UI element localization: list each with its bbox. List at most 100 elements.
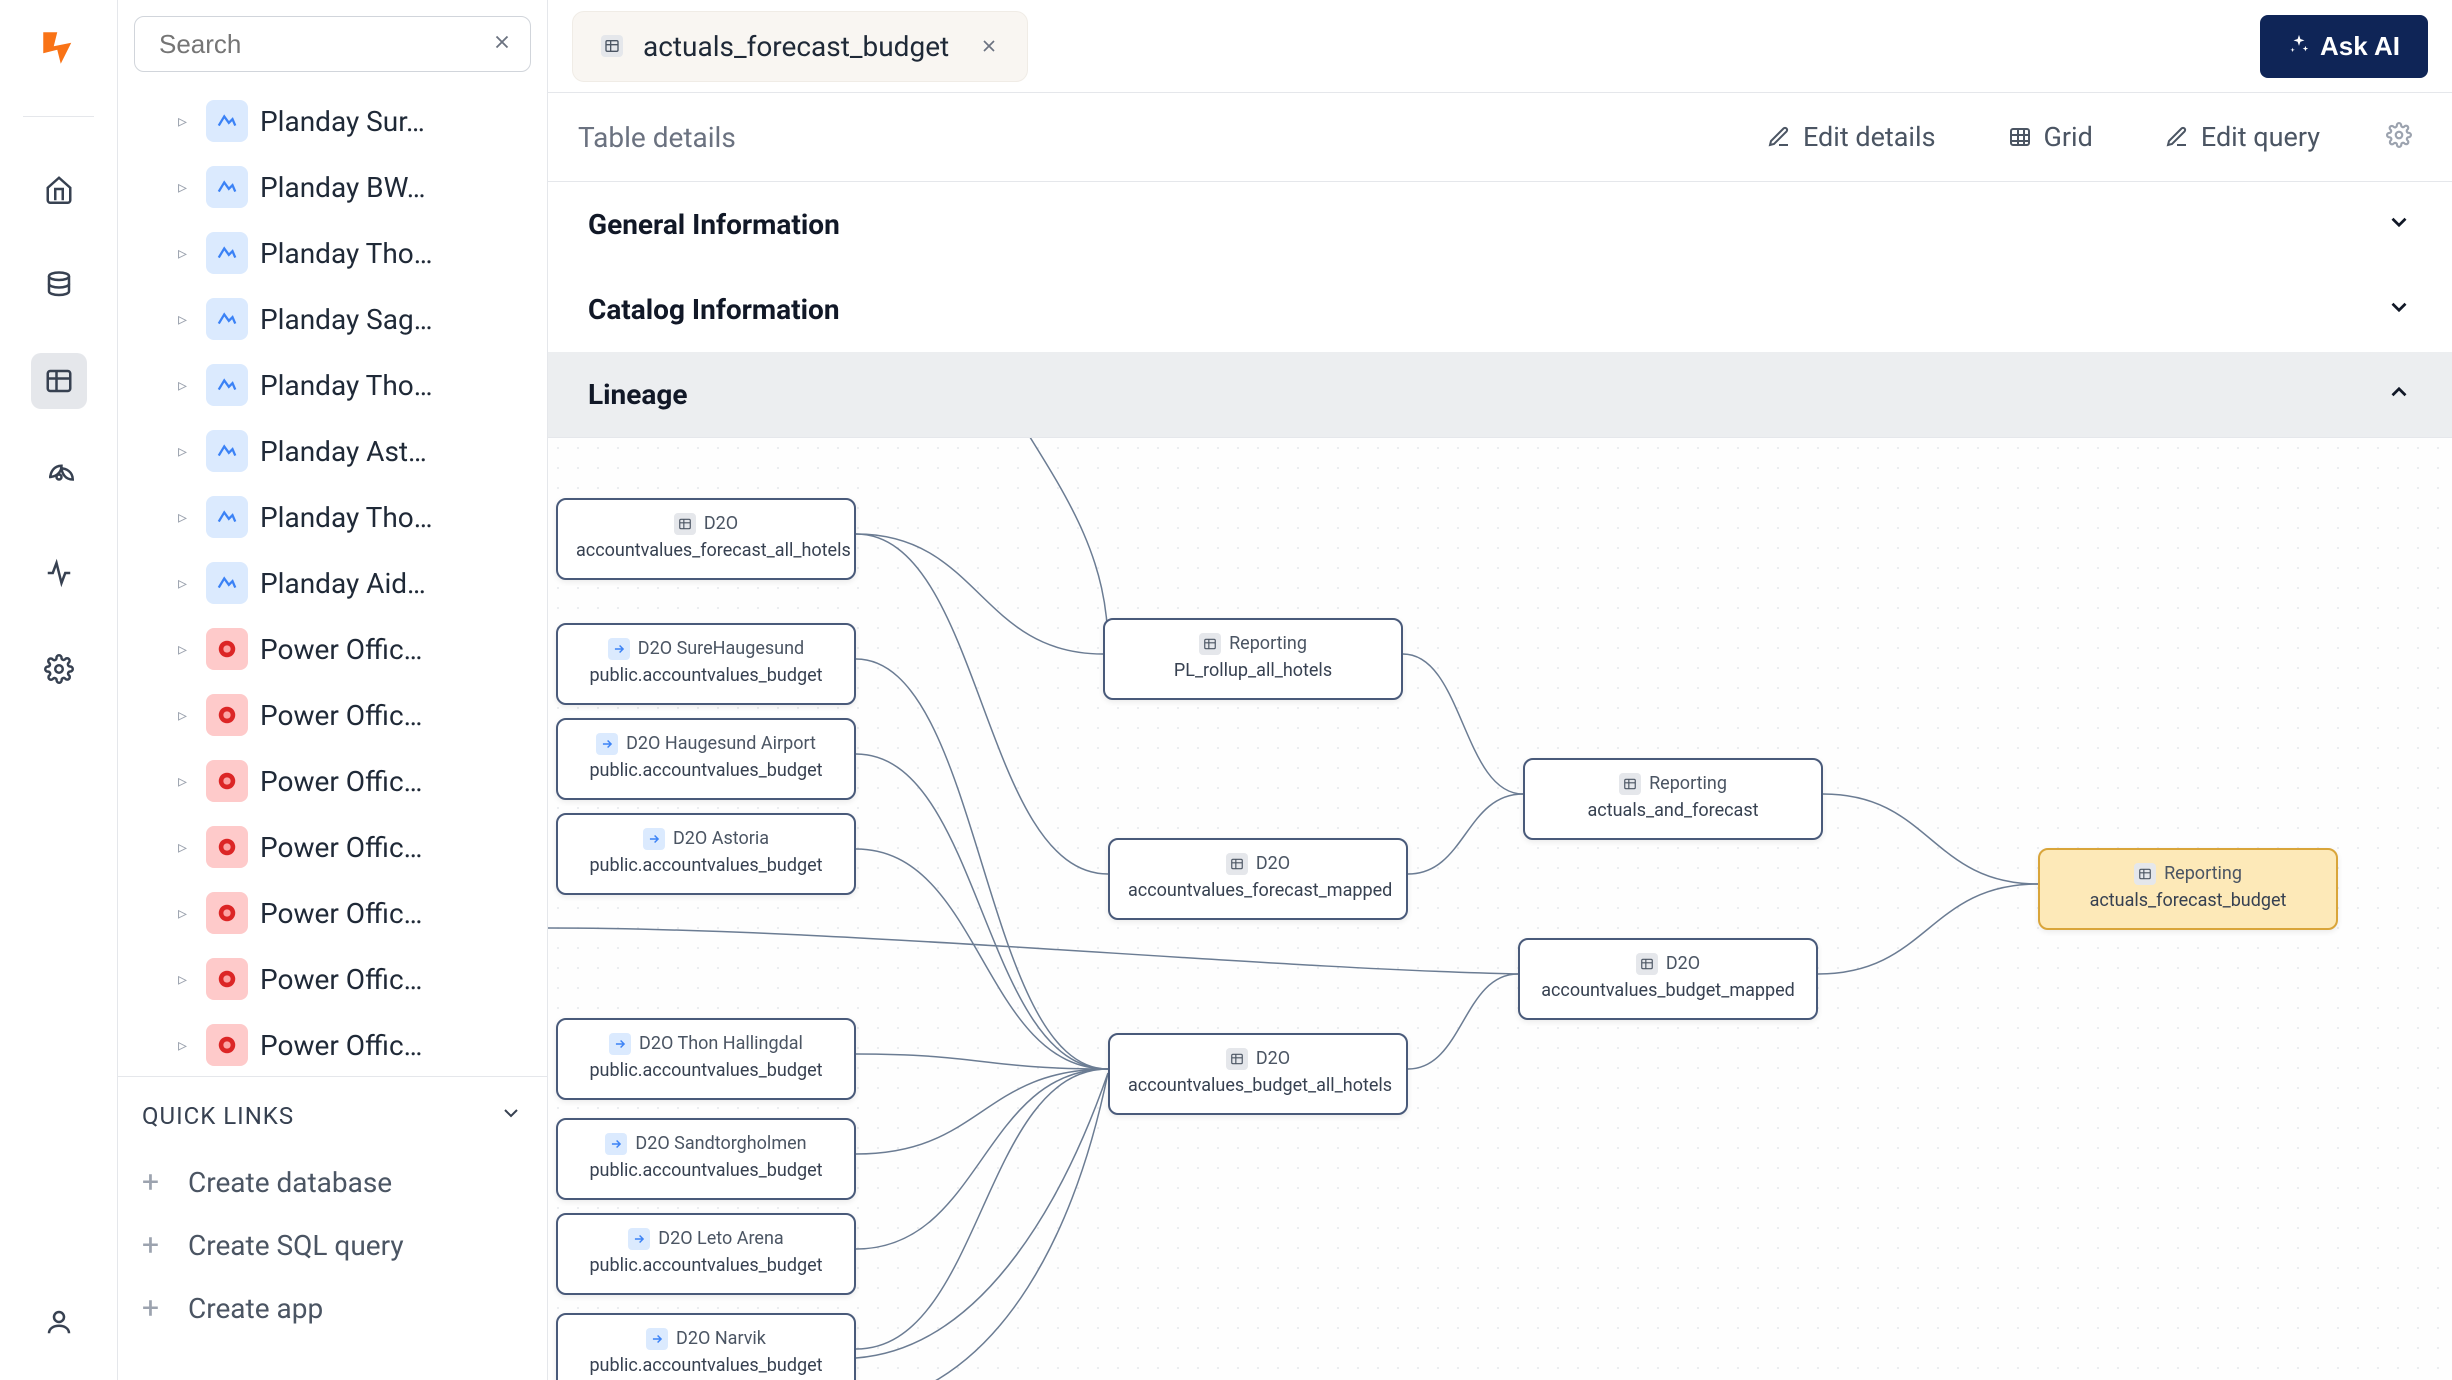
- node-body: public.accountvalues_budget: [576, 852, 836, 879]
- tree-item[interactable]: ▹ Power Offic…: [130, 616, 535, 682]
- table-mini-icon: [2134, 863, 2156, 885]
- lineage-node[interactable]: D2Oaccountvalues_budget_mapped: [1518, 938, 1818, 1020]
- node-body: actuals_and_forecast: [1543, 797, 1803, 824]
- arrow-icon: [605, 1133, 627, 1155]
- app-logo[interactable]: [35, 24, 83, 72]
- ask-ai-button[interactable]: Ask AI: [2260, 15, 2428, 78]
- lineage-node[interactable]: D2Oaccountvalues_forecast_all_hotels: [556, 498, 856, 580]
- lineage-canvas[interactable]: D2Oaccountvalues_forecast_all_hotelsD2O …: [548, 437, 2452, 1380]
- tree-item[interactable]: ▹ Power Offic…: [130, 1012, 535, 1076]
- tree-item-label: Power Offic…: [260, 699, 422, 732]
- left-rail: [0, 0, 118, 1380]
- tree-item[interactable]: ▹ Power Offic…: [130, 748, 535, 814]
- node-header: D2O: [1256, 1045, 1290, 1072]
- node-body: accountvalues_budget_mapped: [1538, 977, 1798, 1004]
- tab-bar: actuals_forecast_budget Ask AI: [548, 0, 2452, 92]
- caret-right-icon: ▹: [178, 441, 194, 462]
- chevron-up-icon: [2386, 379, 2412, 411]
- lineage-node[interactable]: D2O Thon Hallingdalpublic.accountvalues_…: [556, 1018, 856, 1100]
- tree-item[interactable]: ▹ Power Offic…: [130, 880, 535, 946]
- lineage-node[interactable]: Reportingactuals_forecast_budget: [2038, 848, 2338, 930]
- tree-item[interactable]: ▹ Planday Ast…: [130, 418, 535, 484]
- settings-gear-icon[interactable]: [2376, 112, 2422, 162]
- tree-item[interactable]: ▹ Planday BW…: [130, 154, 535, 220]
- caret-right-icon: ▹: [178, 111, 194, 132]
- node-body: accountvalues_forecast_all_hotels: [576, 537, 836, 564]
- caret-right-icon: ▹: [178, 309, 194, 330]
- caret-right-icon: ▹: [178, 903, 194, 924]
- quick-link[interactable]: +Create database: [142, 1151, 523, 1214]
- tree-item[interactable]: ▹ Planday Tho…: [130, 220, 535, 286]
- quick-link[interactable]: +Create SQL query: [142, 1214, 523, 1277]
- table-icon[interactable]: [31, 353, 87, 409]
- edit-query-button[interactable]: Edit query: [2149, 111, 2336, 163]
- quick-links-header[interactable]: QUICK LINKS: [142, 1101, 523, 1131]
- rocket-icon[interactable]: [31, 449, 87, 505]
- tab-title: actuals_forecast_budget: [643, 30, 949, 63]
- tree[interactable]: ▹ Planday Sur…▹ Planday BW…▹ Planday Tho…: [118, 88, 547, 1076]
- lineage-node[interactable]: D2O Sandtorgholmenpublic.accountvalues_b…: [556, 1118, 856, 1200]
- quick-links-title: QUICK LINKS: [142, 1102, 294, 1130]
- lineage-node[interactable]: Reportingactuals_and_forecast: [1523, 758, 1823, 840]
- node-body: public.accountvalues_budget: [576, 662, 836, 689]
- lineage-node[interactable]: D2O Narvikpublic.accountvalues_budget: [556, 1313, 856, 1380]
- activity-icon[interactable]: [31, 545, 87, 601]
- search-input[interactable]: [134, 16, 531, 72]
- tree-item[interactable]: ▹ Planday Sag…: [130, 286, 535, 352]
- home-icon[interactable]: [31, 161, 87, 217]
- tab-active[interactable]: actuals_forecast_budget: [572, 11, 1028, 82]
- tree-item[interactable]: ▹ Planday Tho…: [130, 352, 535, 418]
- grid-button[interactable]: Grid: [1992, 111, 2109, 163]
- tree-item[interactable]: ▹ Power Offic…: [130, 946, 535, 1012]
- arrow-icon: [643, 828, 665, 850]
- arrow-icon: [608, 638, 630, 660]
- lineage-node[interactable]: D2O SureHaugesundpublic.accountvalues_bu…: [556, 623, 856, 705]
- caret-right-icon: ▹: [178, 375, 194, 396]
- user-icon[interactable]: [31, 1294, 87, 1350]
- node-header: D2O: [1666, 950, 1700, 977]
- arrow-icon: [628, 1228, 650, 1250]
- lineage-node[interactable]: D2O Leto Arenapublic.accountvalues_budge…: [556, 1213, 856, 1295]
- section-lineage[interactable]: Lineage: [548, 352, 2452, 437]
- database-icon[interactable]: [31, 257, 87, 313]
- node-header: D2O Narvik: [676, 1325, 766, 1352]
- lineage-node[interactable]: D2Oaccountvalues_budget_all_hotels: [1108, 1033, 1408, 1115]
- chevron-down-icon: [499, 1101, 523, 1131]
- sparkle-icon: [2288, 31, 2310, 62]
- section-general[interactable]: General Information: [548, 182, 2452, 267]
- gear-badge-icon: [206, 760, 248, 802]
- chevron-down-icon: [2386, 209, 2412, 241]
- chart-icon: [206, 364, 248, 406]
- tree-item[interactable]: ▹ Planday Sur…: [130, 88, 535, 154]
- settings-icon[interactable]: [31, 641, 87, 697]
- node-header: D2O: [704, 510, 738, 537]
- table-mini-icon: [674, 513, 696, 535]
- section-catalog[interactable]: Catalog Information: [548, 267, 2452, 352]
- lineage-node[interactable]: ReportingPL_rollup_all_hotels: [1103, 618, 1403, 700]
- chart-icon: [206, 298, 248, 340]
- chart-icon: [206, 100, 248, 142]
- close-tab-icon[interactable]: [979, 30, 999, 63]
- tree-item-label: Planday Tho…: [260, 369, 432, 402]
- quick-link[interactable]: +Create app: [142, 1277, 523, 1340]
- tree-item-label: Planday Sag…: [260, 303, 432, 336]
- tree-item-label: Planday Tho…: [260, 501, 432, 534]
- lineage-node[interactable]: D2O Haugesund Airportpublic.accountvalue…: [556, 718, 856, 800]
- quick-link-label: Create database: [188, 1166, 392, 1199]
- tree-item[interactable]: ▹ Power Offic…: [130, 814, 535, 880]
- lineage-node[interactable]: D2Oaccountvalues_forecast_mapped: [1108, 838, 1408, 920]
- gear-badge-icon: [206, 1024, 248, 1066]
- tree-item[interactable]: ▹ Planday Tho…: [130, 484, 535, 550]
- tree-item[interactable]: ▹ Power Offic…: [130, 682, 535, 748]
- table-mini-icon: [1636, 953, 1658, 975]
- chart-icon: [206, 232, 248, 274]
- edit-details-button[interactable]: Edit details: [1751, 111, 1952, 163]
- clear-search-icon[interactable]: [491, 31, 513, 57]
- tree-item-label: Planday Aid…: [260, 567, 426, 600]
- lineage-node[interactable]: D2O Astoriapublic.accountvalues_budget: [556, 813, 856, 895]
- node-header: D2O Thon Hallingdal: [639, 1030, 803, 1057]
- tree-item[interactable]: ▹ Planday Aid…: [130, 550, 535, 616]
- table-mini-icon: [1226, 1048, 1248, 1070]
- rail-divider: [23, 116, 93, 117]
- chart-icon: [206, 166, 248, 208]
